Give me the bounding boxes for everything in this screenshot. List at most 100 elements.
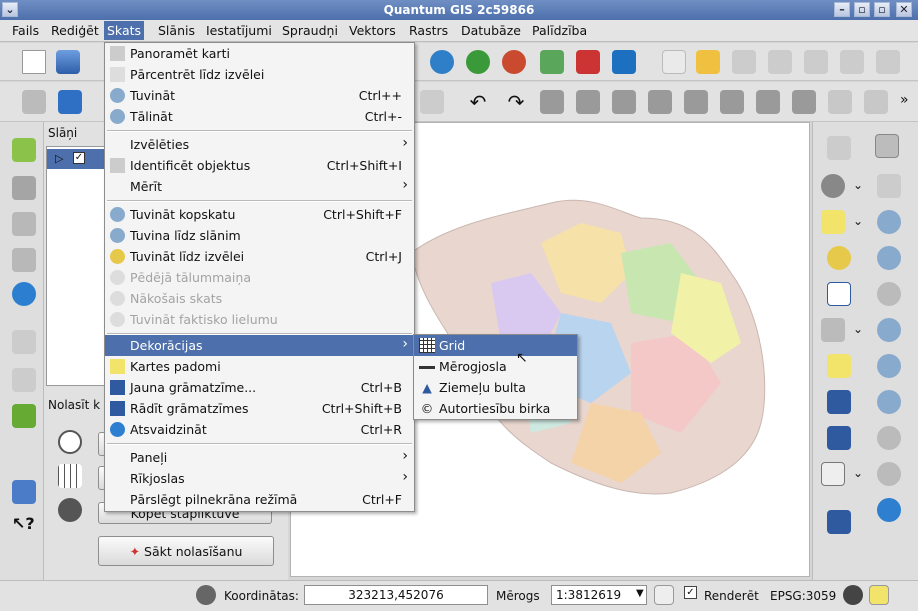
menu-item-show-bookmarks[interactable]: Rādīt grāmatzīmes Ctrl+Shift+B: [105, 398, 414, 419]
menu-item-map-tips[interactable]: Kartes padomi: [105, 356, 414, 377]
pin-labels-icon[interactable]: [732, 50, 756, 74]
menu-item-zoom-out[interactable]: Tālināt Ctrl+-: [105, 106, 414, 127]
menu-plugins[interactable]: Spraudņi: [282, 23, 338, 38]
menu-settings[interactable]: Iestatījumi: [206, 23, 272, 38]
open-project-icon[interactable]: [56, 50, 80, 74]
attribute-table-icon[interactable]: [827, 282, 851, 306]
add-postgis-layer-icon[interactable]: [466, 50, 490, 74]
zoom-actual-icon[interactable]: [877, 282, 901, 306]
menu-view[interactable]: Skats: [104, 21, 145, 40]
add-vector-icon[interactable]: [12, 176, 36, 200]
menu-item-new-bookmark[interactable]: Jauna grāmatzīme... Ctrl+B: [105, 377, 414, 398]
measure-angle-icon[interactable]: [12, 330, 36, 354]
delete-part-icon[interactable]: [684, 90, 708, 114]
pan-icon[interactable]: [875, 134, 899, 158]
text-annotation-icon[interactable]: [821, 462, 845, 486]
zoom-last-icon[interactable]: [877, 426, 901, 450]
submenu-item-north-arrow[interactable]: ▲ Ziemeļu bulta: [414, 377, 577, 398]
menu-item-measure[interactable]: Mērīt ›: [105, 176, 414, 197]
save-as-icon[interactable]: [612, 50, 636, 74]
show-bookmarks-icon[interactable]: [827, 426, 851, 450]
menu-item-panels[interactable]: Paneļi ›: [105, 447, 414, 468]
menu-layer[interactable]: Slānis: [158, 23, 195, 38]
gps-icon[interactable]: [58, 498, 82, 522]
new-project-icon[interactable]: [22, 50, 46, 74]
toggle-editing-icon[interactable]: [58, 90, 82, 114]
chevron-down-icon[interactable]: ⌄: [853, 466, 863, 480]
map-tips-icon[interactable]: [827, 354, 851, 378]
expand-icon[interactable]: ▷: [55, 152, 63, 165]
layer-row[interactable]: ▷ ✓: [47, 149, 105, 169]
chevron-down-icon[interactable]: ⌄: [853, 214, 863, 228]
shade-button[interactable]: ▫: [874, 2, 890, 17]
new-bookmark-icon[interactable]: [827, 390, 851, 414]
menu-help[interactable]: Palīdzība: [532, 23, 587, 38]
redo-icon[interactable]: ↷: [504, 90, 528, 114]
more-tools-icon[interactable]: »: [900, 92, 909, 108]
menu-item-toolbars[interactable]: Rīkjoslas ›: [105, 468, 414, 489]
coordinate-toggle-icon[interactable]: [196, 585, 216, 605]
globe-icon[interactable]: [12, 282, 36, 306]
chevron-down-icon[interactable]: ⌄: [853, 178, 863, 192]
split-features-icon[interactable]: [792, 90, 816, 114]
deselect-icon[interactable]: [827, 246, 851, 270]
simplify-icon[interactable]: [540, 90, 564, 114]
help-book-icon[interactable]: [12, 480, 36, 504]
chevron-down-icon[interactable]: ⌄: [853, 322, 863, 336]
menu-item-refresh[interactable]: Atsvaidzināt Ctrl+R: [105, 419, 414, 440]
menu-item-zoom-in[interactable]: Tuvināt Ctrl++: [105, 85, 414, 106]
offset-curve-icon[interactable]: [756, 90, 780, 114]
zoom-layer-icon[interactable]: [877, 390, 901, 414]
minimize-button[interactable]: –: [834, 2, 850, 17]
start-capture-button[interactable]: ✦ Sākt nolasīšanu: [98, 536, 274, 566]
add-csv-icon[interactable]: [12, 212, 36, 236]
layer-visibility-checkbox[interactable]: ✓: [73, 152, 85, 164]
maximize-button[interactable]: ▫: [854, 2, 870, 17]
menu-item-pan[interactable]: Panoramēt karti: [105, 43, 414, 64]
pan-to-selection-icon[interactable]: [877, 174, 901, 198]
close-button[interactable]: ✕: [896, 2, 912, 17]
warning-icon[interactable]: [869, 585, 889, 605]
add-wms-layer-icon[interactable]: [430, 50, 454, 74]
menu-item-fullscreen[interactable]: Pārslēgt pilnekrāna režīmā Ctrl+F: [105, 489, 414, 510]
crs-label[interactable]: EPSG:3059: [770, 589, 836, 603]
menu-item-zoom-selection[interactable]: Tuvināt līdz izvēlei Ctrl+J: [105, 246, 414, 267]
menu-edit[interactable]: Rediģēt: [51, 23, 99, 38]
menu-item-pan-to-selection[interactable]: Pārcentrēt līdz izvēlei: [105, 64, 414, 85]
add-ring-icon[interactable]: [576, 90, 600, 114]
menu-item-zoom-full[interactable]: Tuvināt kopskatu Ctrl+Shift+F: [105, 204, 414, 225]
scale-field[interactable]: 1:3812619: [551, 585, 647, 605]
menu-item-zoom-layer[interactable]: Tuvina līdz slānim: [105, 225, 414, 246]
node-tool-icon[interactable]: [420, 90, 444, 114]
move-label-icon[interactable]: [804, 50, 828, 74]
new-shapefile-icon[interactable]: [540, 50, 564, 74]
submenu-item-scale-bar[interactable]: Mērogjosla: [414, 356, 577, 377]
menu-database[interactable]: Datubāze: [461, 23, 521, 38]
zoom-selection-icon[interactable]: [877, 354, 901, 378]
zoom-out-icon[interactable]: [877, 246, 901, 270]
zoom-full-icon[interactable]: [877, 318, 901, 342]
select-icon[interactable]: [821, 210, 845, 234]
layers-list[interactable]: ▷ ✓: [46, 146, 106, 386]
reshape-icon[interactable]: [720, 90, 744, 114]
grass-icon[interactable]: [12, 404, 36, 428]
menu-raster[interactable]: Rastrs: [409, 23, 448, 38]
menu-file[interactable]: Fails: [12, 23, 39, 38]
save-edits-icon[interactable]: [22, 90, 46, 114]
projection-icon[interactable]: [843, 585, 863, 605]
refresh-icon[interactable]: [877, 498, 901, 522]
python-console-icon[interactable]: [827, 510, 851, 534]
target-icon[interactable]: [58, 430, 82, 454]
show-hide-labels-icon[interactable]: [768, 50, 792, 74]
whats-this-icon[interactable]: ↖?: [12, 514, 36, 538]
zoom-next-icon[interactable]: [877, 462, 901, 486]
add-raster-icon[interactable]: [12, 138, 36, 162]
measure-icon[interactable]: [821, 318, 845, 342]
georeferencer-icon[interactable]: [12, 368, 36, 392]
grid-icon[interactable]: [58, 464, 82, 488]
render-checkbox[interactable]: ✓: [684, 586, 697, 599]
menu-item-identify[interactable]: Identificēt objektus Ctrl+Shift+I: [105, 155, 414, 176]
add-part-icon[interactable]: [612, 90, 636, 114]
stop-render-icon[interactable]: [654, 585, 674, 605]
merge-attributes-icon[interactable]: [864, 90, 888, 114]
